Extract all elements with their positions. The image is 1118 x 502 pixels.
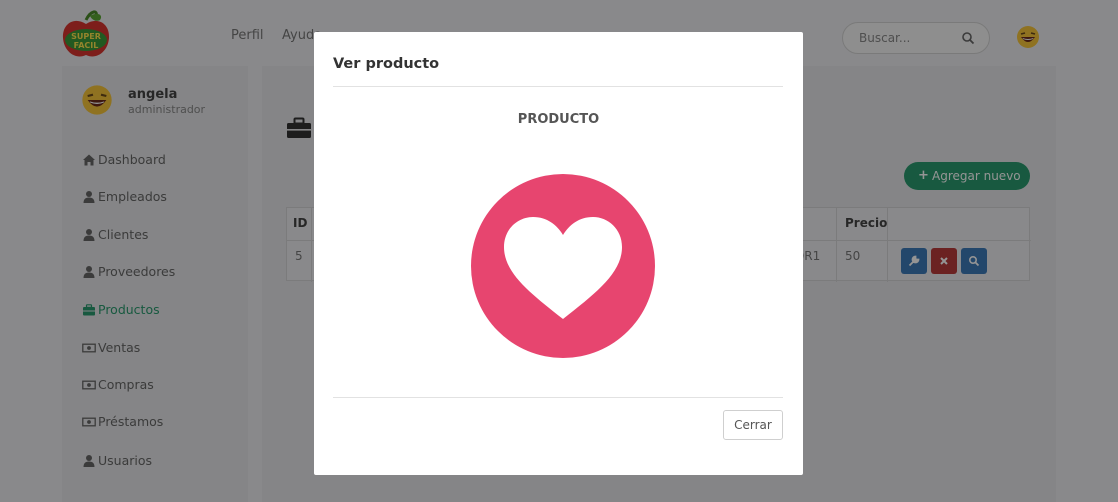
view-product-modal: Ver producto PRODUCTO Cerrar	[314, 32, 803, 475]
modal-title: Ver producto	[333, 56, 440, 72]
product-heading: PRODUCTO	[517, 112, 600, 127]
modal-footer-divider	[333, 397, 783, 398]
modal-header-divider	[333, 86, 783, 87]
heart-icon	[471, 174, 655, 358]
close-button[interactable]: Cerrar	[723, 410, 783, 440]
